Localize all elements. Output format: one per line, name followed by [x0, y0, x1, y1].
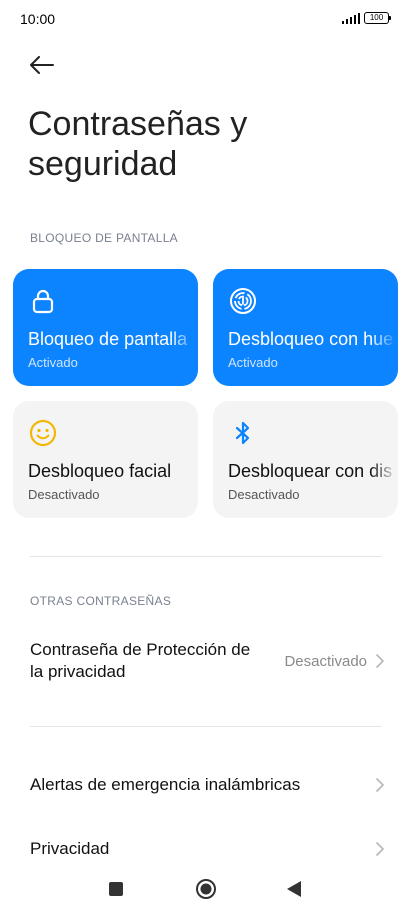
tile-fingerprint-unlock[interactable]: Desbloqueo con huella Activado: [213, 269, 398, 386]
page-title: Contraseñas y seguridad: [28, 105, 248, 183]
tile-device-unlock[interactable]: Desbloquear con dispositivo Desactivado: [213, 401, 398, 518]
tile-status: Activado: [228, 355, 278, 370]
recents-icon[interactable]: [109, 882, 123, 896]
fingerprint-icon: [230, 288, 256, 314]
tile-fade: [170, 323, 198, 353]
privacy-row[interactable]: Privacidad: [30, 836, 385, 862]
navigation-bar: [0, 868, 411, 908]
face-icon: [29, 419, 57, 447]
tile-title: Bloqueo de pantalla: [28, 329, 188, 349]
tile-fade: [370, 323, 398, 353]
tile-status: Desactivado: [228, 487, 300, 502]
battery-level: 100: [369, 13, 384, 22]
chevron-right-icon: [376, 654, 384, 668]
back-button[interactable]: [26, 50, 58, 80]
divider: [30, 556, 382, 557]
back-icon[interactable]: [286, 880, 302, 898]
home-icon[interactable]: [195, 878, 217, 900]
tile-title: Desbloqueo con huella: [228, 329, 393, 349]
tile-title: Desbloquear con dispositivo: [228, 461, 393, 481]
tile-screen-lock[interactable]: Bloqueo de pantalla Activado: [13, 269, 198, 386]
tile-status: Activado: [28, 355, 78, 370]
battery-icon: 100: [364, 12, 391, 24]
status-icons: 100: [342, 12, 391, 24]
row-label: Contraseña de Protección de la privacida…: [30, 640, 251, 681]
emergency-alerts-row[interactable]: Alertas de emergencia inalámbricas: [30, 772, 385, 798]
chevron-right-icon: [376, 842, 384, 856]
bluetooth-icon: [235, 421, 250, 445]
lock-icon: [32, 289, 54, 314]
chevron-right-icon: [376, 778, 384, 792]
section-label-screen-lock: BLOQUEO DE PANTALLA: [30, 231, 178, 245]
tile-status: Desactivado: [28, 487, 100, 502]
privacy-password-row[interactable]: Contraseña de Protección de la privacida…: [30, 638, 385, 684]
tile-face-unlock[interactable]: Desbloqueo facial Desactivado: [13, 401, 198, 518]
row-label: Privacidad: [30, 839, 110, 858]
status-time: 10:00: [20, 11, 56, 27]
row-value: Desactivado: [284, 652, 367, 670]
divider: [30, 726, 382, 727]
status-bar: 10:00 100: [0, 0, 411, 38]
tile-fade: [370, 455, 398, 485]
arrow-left-icon: [30, 56, 54, 74]
row-label: Alertas de emergencia inalámbricas: [30, 775, 301, 794]
section-label-other-passwords: OTRAS CONTRASEÑAS: [30, 594, 172, 608]
signal-icon: [342, 12, 360, 24]
tile-title: Desbloqueo facial: [28, 461, 172, 481]
